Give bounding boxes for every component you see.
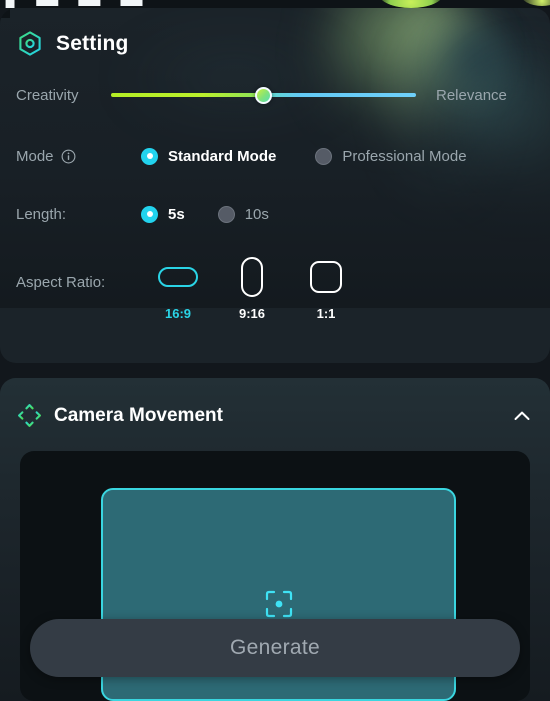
mode-option-standard-label: Standard Mode (168, 147, 277, 165)
page-title: Setting (56, 32, 129, 55)
slider-right-label: Relevance (436, 86, 507, 104)
chevron-up-icon[interactable] (510, 404, 534, 428)
creativity-relevance-row: Creativity Relevance (0, 80, 550, 110)
length-option-5s-label: 5s (168, 205, 185, 223)
focus-target-icon[interactable] (264, 589, 294, 619)
aspect-option-9-16-label: 9:16 (238, 306, 266, 321)
tall-rounded-rect-icon[interactable] (241, 257, 263, 297)
cut-off-title-text: ▮ ▬ ▬ ▬ (4, 0, 149, 8)
aspect-option-16-9-label: 16:9 (164, 306, 192, 321)
mode-option-professional[interactable]: Professional Mode (315, 147, 467, 165)
length-option-5s[interactable]: 5s (141, 205, 185, 223)
radio-unselected-icon[interactable] (217, 205, 235, 223)
camera-movement-header[interactable]: Camera Movement (0, 378, 550, 429)
settings-panel: Setting Creativity Relevance Mode Standa… (0, 8, 550, 363)
length-label: Length: (16, 205, 67, 223)
aspect-option-9-16[interactable]: 9:16 (215, 257, 289, 321)
radio-unselected-icon[interactable] (315, 147, 333, 165)
aspect-option-16-9[interactable]: 16:9 (141, 257, 215, 321)
aspect-option-1-1-label: 1:1 (316, 306, 336, 321)
generate-button[interactable]: Generate (30, 619, 520, 677)
slider-thumb[interactable] (255, 86, 272, 104)
mode-row: Mode Standard Mode Professional Mode (0, 142, 550, 170)
wide-rounded-rect-icon[interactable] (158, 267, 198, 287)
creativity-relevance-slider[interactable] (111, 80, 416, 110)
background-glow-right (520, 0, 550, 6)
length-row: Length: 5s 10s (0, 200, 550, 228)
aspect-ratio-row: Aspect Ratio: 16:9 9:16 1:1 (0, 257, 550, 321)
background-glow-left (378, 0, 444, 8)
radio-selected-icon[interactable] (141, 205, 158, 223)
mode-option-standard[interactable]: Standard Mode (141, 147, 277, 165)
square-rounded-icon[interactable] (310, 261, 342, 293)
four-way-move-icon (18, 404, 41, 427)
slider-left-label: Creativity (16, 86, 79, 104)
camera-movement-title: Camera Movement (54, 404, 223, 426)
mode-label: Mode (16, 147, 54, 165)
radio-selected-icon[interactable] (141, 147, 158, 165)
length-option-10s-label: 10s (244, 205, 269, 223)
info-circle-icon[interactable] (61, 149, 76, 164)
settings-header: Setting (0, 8, 550, 58)
aspect-ratio-options: 16:9 9:16 1:1 (141, 257, 363, 321)
aspect-ratio-label: Aspect Ratio: (16, 274, 106, 291)
length-option-10s[interactable]: 10s (217, 205, 269, 223)
aspect-option-1-1[interactable]: 1:1 (289, 257, 363, 321)
mode-option-professional-label: Professional Mode (342, 147, 467, 165)
cut-off-top-strip: ▮ ▬ ▬ ▬ (0, 0, 550, 8)
hexagon-setting-icon (19, 31, 41, 56)
